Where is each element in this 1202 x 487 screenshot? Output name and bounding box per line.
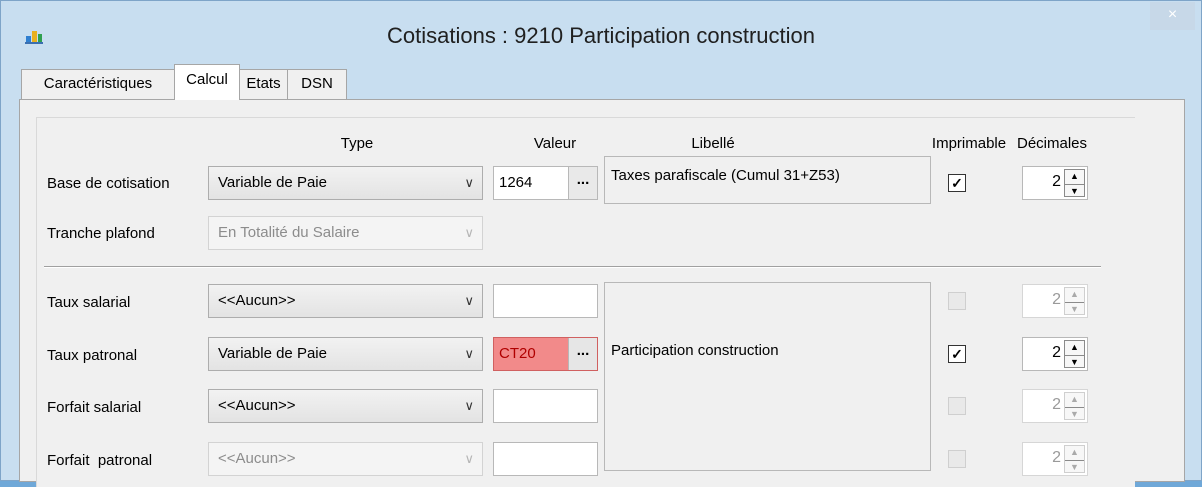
spinner-arrows-icon[interactable]: ▲ ▼	[1064, 340, 1085, 368]
header-type: Type	[340, 135, 374, 152]
base-type-value: Variable de Paie	[218, 174, 327, 191]
base-valeur-field[interactable]: 1264 ...	[493, 166, 598, 200]
taux-patronal-ellipsis-button[interactable]: ...	[568, 338, 597, 370]
forfait-patronal-decimales-value: 2	[1052, 449, 1061, 466]
taux-patronal-decimales-spinner[interactable]: 2 ▲ ▼	[1022, 337, 1088, 371]
chevron-down-icon: ∨	[464, 175, 474, 190]
close-button[interactable]: ×	[1150, 2, 1195, 30]
lower-libelle-box: Participation construction	[604, 282, 931, 471]
base-libelle-box: Taxes parafiscale (Cumul 31+Z53)	[604, 156, 931, 204]
forfait-patronal-valeur-field[interactable]	[493, 442, 598, 476]
spinner-arrows-icon: ▲ ▼	[1064, 287, 1085, 315]
tab-content-calcul: Type Valeur Libellé Imprimable Décimales…	[19, 99, 1185, 487]
forfait-salarial-label: Forfait salarial	[47, 399, 142, 416]
window-title: Cotisations : 9210 Participation constru…	[386, 23, 815, 48]
header-imprimable: Imprimable	[931, 135, 1007, 152]
section-divider	[44, 266, 1101, 268]
taux-salarial-type-value: <<Aucun>>	[218, 292, 296, 309]
forfait-patronal-type-value: <<Aucun>>	[218, 450, 296, 467]
tab-caracteristiques[interactable]: Caractéristiques	[21, 69, 175, 99]
chevron-down-icon: ∨	[464, 451, 474, 466]
tranche-type-value: En Totalité du Salaire	[218, 224, 360, 241]
spinner-arrows-icon: ▲ ▼	[1064, 392, 1085, 420]
header-libelle: Libellé	[691, 135, 735, 152]
base-valeur-value: 1264	[499, 174, 533, 191]
taux-salarial-imprimable-checkbox	[948, 292, 966, 310]
forfait-salarial-decimales-spinner: 2 ▲ ▼	[1022, 389, 1088, 423]
tranche-type-select: En Totalité du Salaire ∨	[208, 216, 483, 250]
taux-salarial-label: Taux salarial	[47, 294, 131, 311]
taux-patronal-valeur-value: CT20	[499, 345, 536, 362]
base-libelle-text: Taxes parafiscale (Cumul 31+Z53)	[611, 167, 840, 184]
header-valeur: Valeur	[533, 135, 577, 152]
taux-salarial-type-select[interactable]: <<Aucun>> ∨	[208, 284, 483, 318]
taux-patronal-valeur-field[interactable]: CT20 ...	[493, 337, 598, 371]
forfait-patronal-label: Forfait patronal	[47, 452, 153, 469]
tranche-label: Tranche plafond	[47, 225, 155, 242]
forfait-salarial-valeur-field[interactable]	[493, 389, 598, 423]
taux-salarial-valeur-field[interactable]	[493, 284, 598, 318]
tab-calcul[interactable]: Calcul	[174, 64, 240, 100]
forfait-salarial-type-value: <<Aucun>>	[218, 397, 296, 414]
base-decimales-value: 2	[1052, 173, 1061, 190]
title-bar: Cotisations : 9210 Participation constru…	[1, 1, 1201, 61]
shared-libelle-text: Participation construction	[611, 342, 779, 359]
taux-patronal-imprimable-checkbox[interactable]: ✓	[948, 345, 966, 363]
forfait-salarial-decimales-value: 2	[1052, 396, 1061, 413]
base-valeur-ellipsis-button[interactable]: ...	[568, 167, 597, 199]
taux-patronal-decimales-value: 2	[1052, 344, 1061, 361]
chevron-down-icon: ∨	[464, 398, 474, 413]
taux-salarial-decimales-spinner: 2 ▲ ▼	[1022, 284, 1088, 318]
spinner-arrows-icon[interactable]: ▲ ▼	[1064, 169, 1085, 197]
forfait-patronal-imprimable-checkbox	[948, 450, 966, 468]
base-label: Base de cotisation	[47, 175, 170, 192]
chevron-down-icon: ∨	[464, 293, 474, 308]
forfait-patronal-type-select: <<Aucun>> ∨	[208, 442, 483, 476]
taux-patronal-type-value: Variable de Paie	[218, 345, 327, 362]
dialog-window: Cotisations : 9210 Participation constru…	[0, 0, 1202, 487]
base-imprimable-checkbox[interactable]: ✓	[948, 174, 966, 192]
chevron-down-icon: ∨	[464, 346, 474, 361]
forfait-patronal-decimales-spinner: 2 ▲ ▼	[1022, 442, 1088, 476]
base-decimales-spinner[interactable]: 2 ▲ ▼	[1022, 166, 1088, 200]
forfait-salarial-type-select[interactable]: <<Aucun>> ∨	[208, 389, 483, 423]
calcul-panel: Type Valeur Libellé Imprimable Décimales…	[36, 117, 1135, 487]
header-decimales: Décimales	[1016, 135, 1088, 152]
tab-dsn[interactable]: DSN	[287, 69, 347, 99]
taux-patronal-type-select[interactable]: Variable de Paie ∨	[208, 337, 483, 371]
base-type-select[interactable]: Variable de Paie ∨	[208, 166, 483, 200]
taux-patronal-label: Taux patronal	[47, 347, 138, 364]
taux-salarial-decimales-value: 2	[1052, 291, 1061, 308]
tab-etats[interactable]: Etats	[239, 69, 288, 99]
chevron-down-icon: ∨	[464, 225, 474, 240]
forfait-salarial-imprimable-checkbox	[948, 397, 966, 415]
spinner-arrows-icon: ▲ ▼	[1064, 445, 1085, 473]
